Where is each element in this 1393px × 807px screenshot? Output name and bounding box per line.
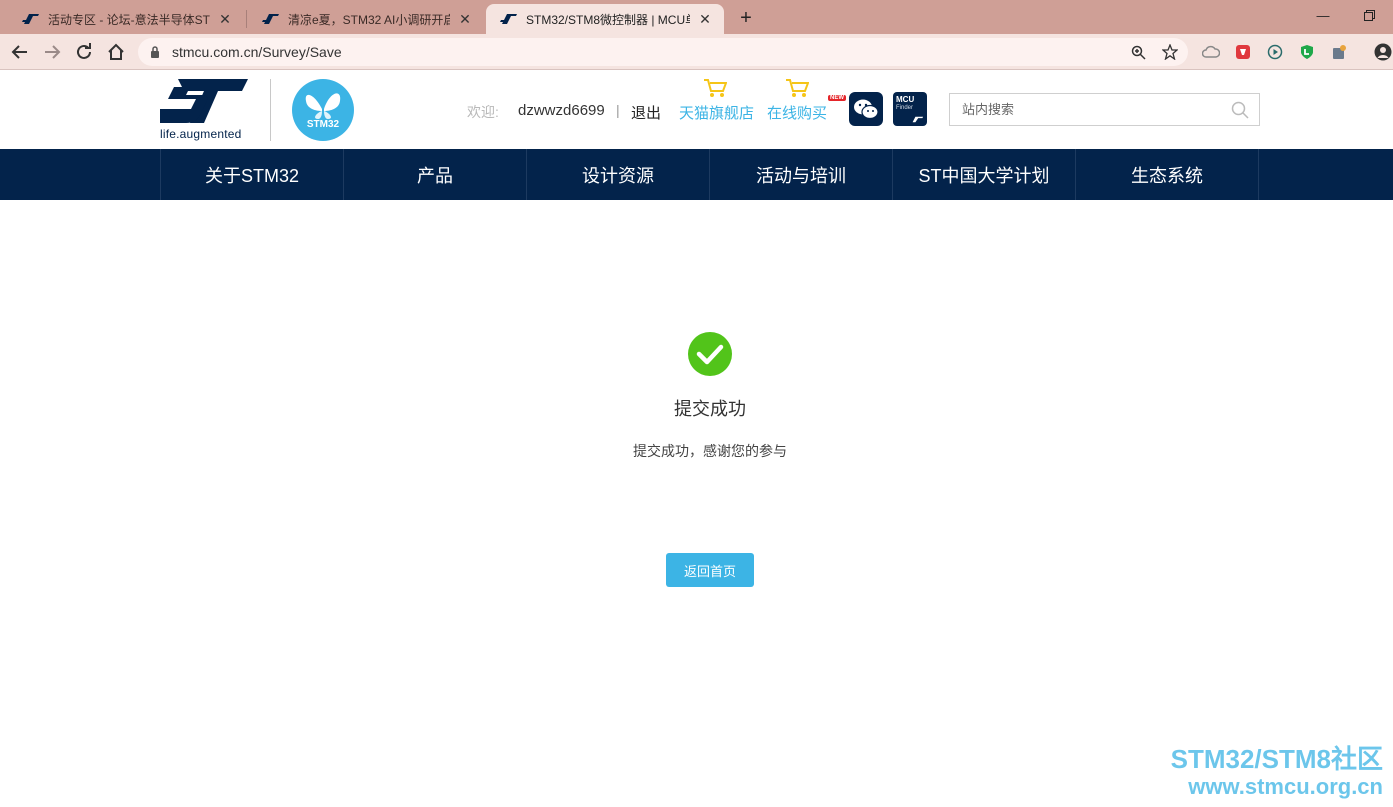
butterfly-icon <box>292 79 354 141</box>
new-badge: NEW <box>828 95 846 101</box>
online-buy-link[interactable]: 在线购买 <box>767 102 827 123</box>
nav-item-products[interactable]: 产品 <box>344 149 527 200</box>
new-tab-icon[interactable]: + <box>734 6 758 30</box>
browser-tab-2[interactable]: 清凉e夏，STM32 AI小调研开启 ✕ <box>248 4 484 34</box>
header-separator: | <box>616 102 620 118</box>
mcu-finder-label: MCU <box>896 95 915 104</box>
extension-shield-red-icon[interactable] <box>1234 43 1252 61</box>
main-navigation: 关于STM32 产品 设计资源 活动与培训 ST中国大学计划 生态系统 <box>0 149 1393 200</box>
logo-tagline: life.augmented <box>160 127 242 141</box>
cart-icon <box>786 79 809 97</box>
back-icon[interactable] <box>6 38 34 66</box>
minimize-icon[interactable]: — <box>1300 4 1346 26</box>
browser-tab-bar: 活动专区 - 论坛-意法半导体STM ✕ 清凉e夏，STM32 AI小调研开启 … <box>0 0 1393 34</box>
tab-title: 清凉e夏，STM32 AI小调研开启 <box>288 12 450 27</box>
forward-icon[interactable] <box>38 38 66 66</box>
lock-icon <box>151 46 159 58</box>
home-icon[interactable] <box>102 38 130 66</box>
zoom-icon[interactable] <box>1130 44 1146 60</box>
st-logo-mark-icon <box>158 79 248 123</box>
site-search <box>949 93 1260 126</box>
browser-tab-3-active[interactable]: STM32/STM8微控制器 | MCU单 ✕ <box>486 4 724 34</box>
tab-close-icon[interactable]: ✕ <box>456 10 474 28</box>
stm32-badge-text: STM32 <box>306 119 340 130</box>
extension-adblock-icon[interactable] <box>1298 43 1316 61</box>
nav-item-ecosystem[interactable]: 生态系统 <box>1076 149 1259 200</box>
mcu-finder-sublabel: Finder <box>896 105 914 111</box>
bookmark-star-icon[interactable] <box>1162 44 1178 60</box>
success-check-icon <box>688 332 732 376</box>
result-title: 提交成功 <box>674 399 746 419</box>
tab-close-icon[interactable]: ✕ <box>696 10 714 28</box>
reload-icon[interactable] <box>70 38 98 66</box>
result-message: 提交成功，感谢您的参与 <box>633 443 787 459</box>
tab-close-icon[interactable]: ✕ <box>216 10 234 28</box>
tab-title: 活动专区 - 论坛-意法半导体STM <box>48 12 210 27</box>
extension-cloud-icon[interactable] <box>1202 43 1220 61</box>
site-header: life.augmented STM32 欢迎: dzwwzd6699 | 退出… <box>0 71 1393 149</box>
nav-item-university-program[interactable]: ST中国大学计划 <box>893 149 1076 200</box>
tab-title: STM32/STM8微控制器 | MCU单 <box>526 12 690 27</box>
back-to-home-button[interactable]: 返回首页 <box>666 553 754 587</box>
stm32-logo[interactable]: STM32 <box>292 79 354 141</box>
logout-link[interactable]: 退出 <box>631 102 661 123</box>
watermark-line2: www.stmcu.org.cn <box>1188 774 1383 799</box>
extension-puzzle-icon[interactable] <box>1330 43 1348 61</box>
extension-play-icon[interactable] <box>1266 43 1284 61</box>
profile-avatar-icon[interactable] <box>1374 43 1392 61</box>
logo-divider <box>270 79 271 141</box>
username-link[interactable]: dzwwzd6699 <box>518 102 605 119</box>
search-icon[interactable] <box>1231 101 1249 119</box>
st-logo[interactable]: life.augmented <box>158 79 250 143</box>
st-favicon-icon <box>262 14 279 24</box>
community-watermark: STM32/STM8社区 www.stmcu.org.cn <box>1171 744 1383 800</box>
url-text: stmcu.com.cn/Survey/Save <box>172 44 342 60</box>
st-favicon-icon <box>500 14 517 24</box>
welcome-label: 欢迎: <box>467 104 499 120</box>
tab-separator <box>246 10 247 28</box>
nav-item-about-stm32[interactable]: 关于STM32 <box>161 149 344 200</box>
st-favicon-icon <box>22 14 39 24</box>
wechat-icon[interactable] <box>849 92 883 126</box>
cart-icon <box>704 79 727 97</box>
address-bar[interactable]: stmcu.com.cn/Survey/Save <box>138 38 1188 66</box>
nav-item-design-resources[interactable]: 设计资源 <box>527 149 710 200</box>
watermark-line1: STM32/STM8社区 <box>1170 744 1383 774</box>
search-input[interactable] <box>950 94 1220 125</box>
browser-tab-1[interactable]: 活动专区 - 论坛-意法半导体STM ✕ <box>8 4 244 34</box>
tmall-store-link[interactable]: 天猫旗舰店 <box>679 102 754 123</box>
mcu-finder-app-icon[interactable]: MCU Finder <box>893 92 927 126</box>
nav-item-events-training[interactable]: 活动与培训 <box>710 149 893 200</box>
browser-toolbar: stmcu.com.cn/Survey/Save <box>0 34 1393 70</box>
restore-icon[interactable] <box>1346 4 1392 26</box>
